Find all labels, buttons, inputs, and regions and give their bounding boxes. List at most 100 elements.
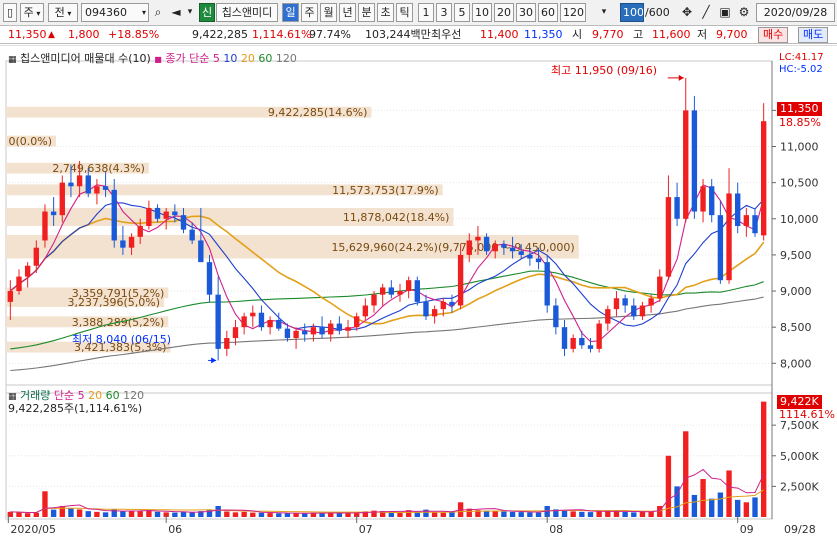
candle-body: [232, 327, 239, 339]
grid-toggle-icon[interactable]: ▦: [8, 392, 17, 402]
volume-bar: [570, 511, 576, 517]
company-name[interactable]: 칩스앤미디: [216, 3, 278, 22]
volume-bar: [509, 511, 516, 517]
candle-body: [414, 280, 420, 302]
volume-axis-label: 2,500K: [780, 480, 819, 493]
quote-bar: 11,350 ▲ 1,800 +18.85% 9,422,285 1,114.6…: [0, 26, 837, 44]
speaker-icon[interactable]: ◄: [168, 3, 184, 22]
candle-body: [509, 247, 516, 252]
candle-body: [431, 309, 438, 317]
volume-bar: [293, 513, 299, 517]
volume-bar: [319, 513, 325, 517]
volume-bar: [68, 508, 74, 517]
volume-bar: [42, 491, 48, 517]
count-input[interactable]: 100: [620, 3, 644, 22]
tab-year[interactable]: 년: [339, 3, 356, 22]
candle-body: [570, 338, 576, 349]
volume-bar: [717, 492, 724, 517]
vol-ma-120: 120: [123, 389, 145, 402]
tab-day[interactable]: 일: [282, 3, 299, 22]
volume-bar: [33, 512, 39, 517]
volume-bar: [215, 505, 221, 517]
candle-body: [59, 182, 65, 216]
candle-body: [267, 319, 273, 328]
volume-profile: 9,422,285(14.6%) 0(0.0%) 2,749,638(4.3%) 11…: [6, 106, 579, 354]
up-arrow-icon: ▲: [48, 30, 55, 40]
sell-button[interactable]: 매도: [798, 27, 829, 43]
x-axis-label: 07: [359, 523, 373, 536]
interval-1[interactable]: 1: [418, 3, 434, 22]
search-icon[interactable]: ⌕: [150, 3, 166, 22]
draw-tool-icon[interactable]: ╱: [697, 3, 715, 22]
volume-bar: [726, 470, 732, 517]
candle-body: [665, 197, 672, 277]
interval-10[interactable]: 10: [472, 3, 492, 22]
ma-label: 종가 단순: [165, 52, 210, 65]
volume-bar: [146, 510, 152, 517]
price-axis-label: 9,500: [780, 249, 812, 262]
settings-icon[interactable]: ⚙: [735, 3, 753, 22]
interval-120[interactable]: 120: [560, 3, 586, 22]
volume-profile-label: 3,237,396(5,0%): [67, 296, 160, 309]
market-select[interactable]: 주 ▾: [20, 3, 44, 22]
candle-body: [33, 247, 39, 266]
candle-body: [371, 294, 377, 306]
candle-body: [709, 186, 715, 216]
grid-toggle-icon[interactable]: ▦: [8, 55, 17, 65]
volume-bar: [735, 499, 741, 517]
dropdown-arrow-icon[interactable]: ▾: [598, 3, 610, 22]
price-axis-label: 8,500: [780, 321, 812, 334]
trade-strength: 97.74%: [309, 28, 351, 41]
hc-value: HC:-5.02: [779, 64, 823, 75]
profile-title: 칩스앤미디어 매물대 수(10): [20, 52, 151, 65]
interval-60[interactable]: 60: [538, 3, 558, 22]
candle-body: [648, 298, 654, 306]
candle-body: [284, 328, 291, 339]
tab-month[interactable]: 월: [320, 3, 337, 22]
interval-5[interactable]: 5: [454, 3, 470, 22]
open-label: 시: [572, 28, 583, 41]
candle-body: [328, 323, 334, 335]
low-price: 9,700: [716, 28, 748, 41]
price-chart[interactable]: 9,422,285(14.6%) 0(0.0%) 2,749,638(4.3%) 11…: [0, 45, 837, 537]
tab-tick[interactable]: 틱: [396, 3, 413, 22]
legend-marker-icon: ■: [154, 55, 162, 64]
date-input[interactable]: 2020/09/28: [756, 3, 835, 22]
candle-body: [345, 327, 351, 331]
interval-30[interactable]: 30: [516, 3, 536, 22]
volume-bar: [137, 511, 143, 517]
interval-3[interactable]: 3: [436, 3, 452, 22]
x-axis-label: 08: [549, 523, 563, 536]
candle-body: [674, 197, 680, 219]
interval-20[interactable]: 20: [494, 3, 514, 22]
volume-bar: [94, 511, 100, 517]
volume-bar: [613, 511, 620, 517]
volume-bars: [7, 401, 767, 517]
volume-bar: [631, 512, 637, 517]
volume-bar: [535, 512, 542, 517]
count-total: /600: [645, 6, 670, 19]
ma-60: 60: [258, 52, 273, 65]
chart-menu-icon[interactable]: ▯: [3, 3, 17, 22]
period-value: 전: [54, 6, 65, 19]
high-annotation: 최고 11,950 (09/16): [551, 64, 658, 77]
code-input[interactable]: 094360 ▾: [81, 3, 149, 22]
high-arrow-icon: [678, 74, 684, 81]
candle-body: [483, 236, 490, 252]
volume-bar: [648, 511, 654, 517]
candle-body: [302, 330, 308, 335]
price-axis-label: 11,000: [780, 141, 819, 154]
crosshair-icon[interactable]: ✥: [678, 3, 696, 22]
period-select[interactable]: 전 ▾: [48, 3, 78, 22]
candle-body: [16, 276, 22, 292]
candle-body: [388, 287, 395, 295]
tab-second[interactable]: 초: [377, 3, 394, 22]
tab-minute[interactable]: 분: [358, 3, 375, 22]
volume-bar: [561, 510, 568, 517]
buy-button[interactable]: 매수: [758, 27, 789, 43]
x-axis-label: 09/28: [784, 523, 816, 536]
tab-week[interactable]: 주: [301, 3, 318, 22]
speaker-dropdown-icon[interactable]: ▾: [185, 3, 195, 22]
save-icon[interactable]: ▣: [716, 3, 734, 22]
low-label: 저: [697, 28, 708, 41]
